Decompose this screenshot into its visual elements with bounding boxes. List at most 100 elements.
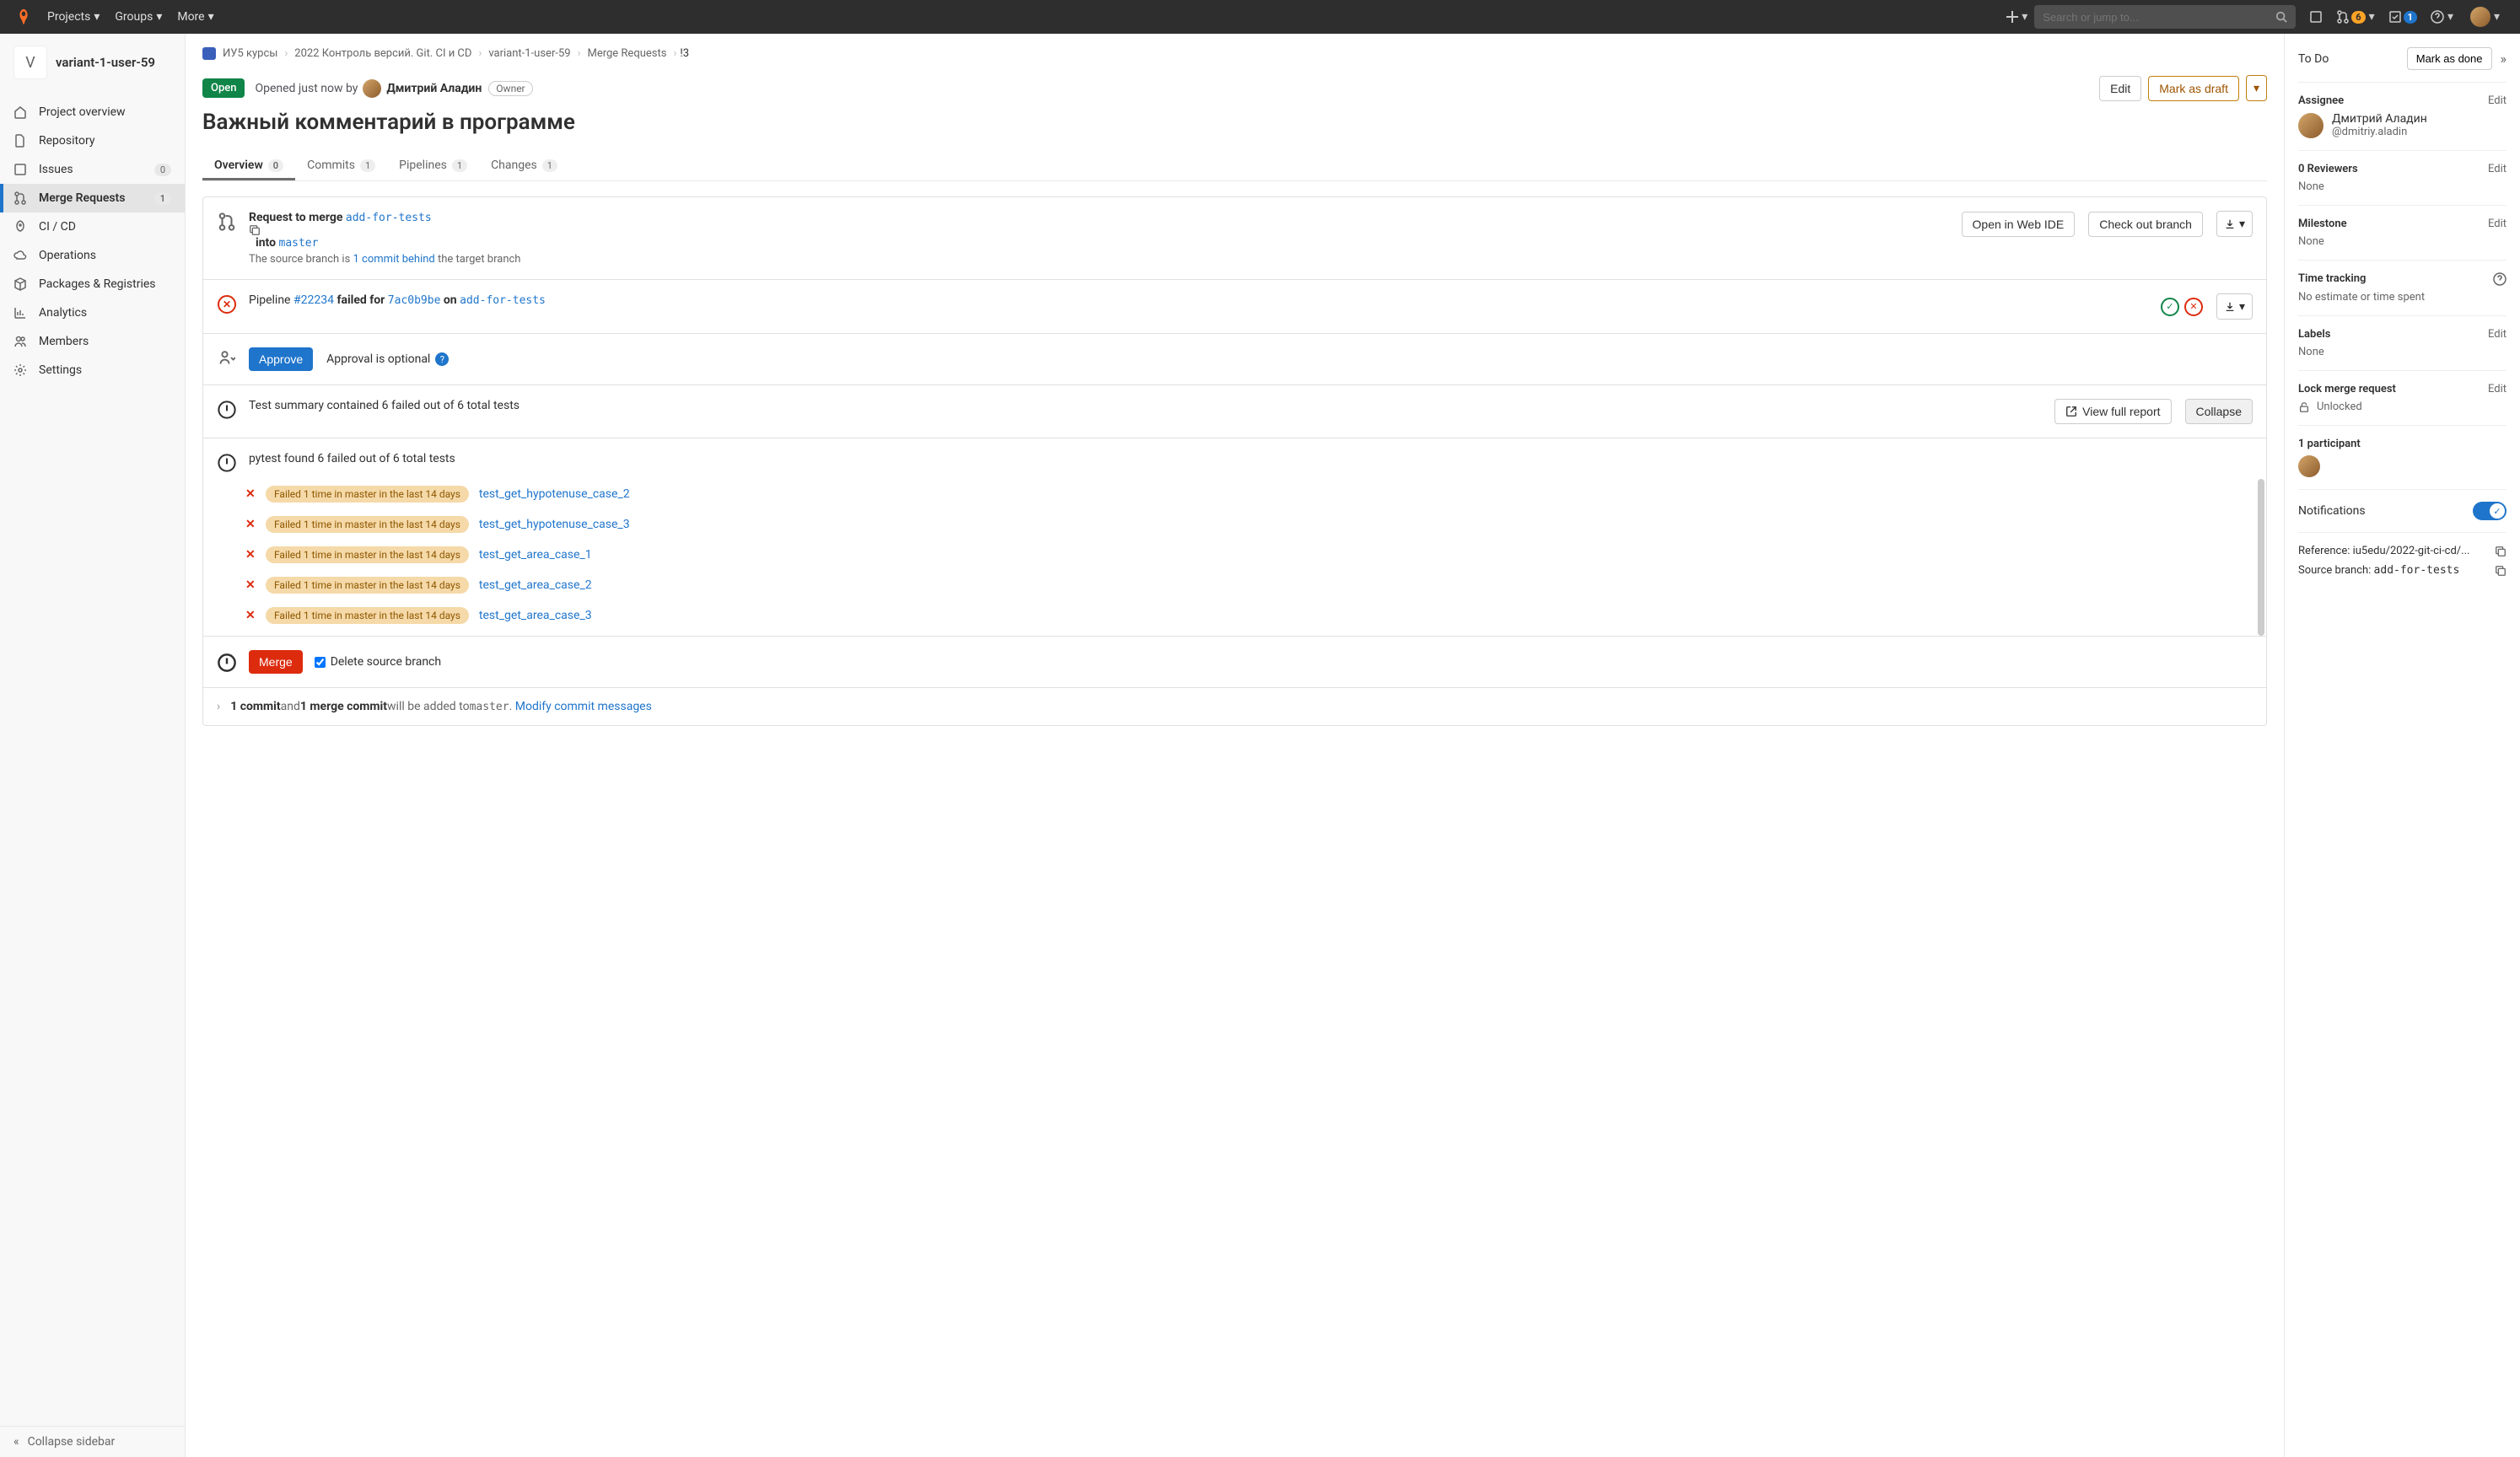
- help-icon[interactable]: ?: [435, 352, 449, 366]
- nav-project-overview[interactable]: Project overview: [0, 98, 185, 126]
- approvals-icon[interactable]: [217, 349, 237, 366]
- issues-icon[interactable]: [2309, 10, 2323, 24]
- nav-merge-requests[interactable]: Merge Requests1: [0, 184, 185, 212]
- open-web-ide-button[interactable]: Open in Web IDE: [1962, 212, 2076, 237]
- project-header[interactable]: V variant-1-user-59: [0, 34, 185, 91]
- time-tracking-help-icon[interactable]: [2493, 272, 2507, 286]
- edit-milestone[interactable]: Edit: [2488, 218, 2507, 230]
- project-avatar: V: [13, 46, 47, 79]
- group-avatar-icon: [202, 47, 216, 60]
- user-menu[interactable]: ▾: [2467, 7, 2500, 27]
- pipeline-id-link[interactable]: #22234: [293, 293, 334, 307]
- nav-analytics[interactable]: Analytics: [0, 298, 185, 327]
- cloud-icon: [13, 249, 29, 262]
- author-avatar[interactable]: [363, 79, 381, 98]
- stage-pass-icon[interactable]: ✓: [2161, 298, 2179, 316]
- project-name: variant-1-user-59: [56, 55, 155, 70]
- nav-cicd[interactable]: CI / CD: [0, 212, 185, 241]
- nav-more[interactable]: More▾: [177, 10, 213, 24]
- mr-title: Важный комментарий в программе: [202, 110, 2267, 135]
- author-name[interactable]: Дмитрий Аладин: [386, 82, 482, 95]
- mark-as-draft-button[interactable]: Mark as draft: [2148, 76, 2239, 101]
- nav-repository[interactable]: Repository: [0, 126, 185, 155]
- merge-widget: Request to merge add-for-tests into mast…: [202, 196, 2267, 726]
- tab-commits[interactable]: Commits1: [295, 150, 387, 180]
- mark-as-draft-dropdown[interactable]: ▾: [2246, 75, 2267, 101]
- view-full-report-button[interactable]: View full report: [2054, 399, 2171, 424]
- checkout-branch-button[interactable]: Check out branch: [2088, 212, 2203, 237]
- test-link[interactable]: test_get_area_case_2: [479, 578, 592, 592]
- test-link[interactable]: test_get_hypotenuse_case_3: [479, 518, 630, 531]
- todos-icon[interactable]: 1: [2388, 10, 2417, 24]
- edit-labels[interactable]: Edit: [2488, 328, 2507, 341]
- notifications-toggle[interactable]: [2473, 502, 2507, 520]
- breadcrumb-section[interactable]: Merge Requests: [587, 47, 666, 60]
- edit-assignee[interactable]: Edit: [2488, 94, 2507, 107]
- pipeline-sha-link[interactable]: 7ac0b9be: [388, 294, 441, 307]
- pipeline-branch-link[interactable]: add-for-tests: [460, 294, 546, 307]
- breadcrumb-group[interactable]: ИУ5 курсы: [223, 47, 277, 60]
- unlock-icon: [2298, 401, 2310, 413]
- commits-behind-link[interactable]: 1 commit behind: [353, 253, 435, 266]
- gitlab-logo[interactable]: [13, 7, 34, 27]
- nav-groups[interactable]: Groups▾: [115, 10, 162, 24]
- fail-icon: ✕: [245, 487, 254, 501]
- tab-overview[interactable]: Overview0: [202, 150, 295, 180]
- file-icon: [13, 134, 29, 148]
- collapse-tests-button[interactable]: Collapse: [2185, 399, 2253, 424]
- mark-as-done-button[interactable]: Mark as done: [2407, 47, 2492, 70]
- search-box[interactable]: [2034, 5, 2296, 29]
- nav-members[interactable]: Members: [0, 327, 185, 356]
- test-link[interactable]: test_get_area_case_1: [479, 548, 592, 562]
- nav-operations[interactable]: Operations: [0, 241, 185, 270]
- copy-branch-icon[interactable]: [249, 224, 1955, 236]
- chevron-right-icon[interactable]: ›: [217, 700, 220, 713]
- package-icon: [13, 277, 29, 291]
- breadcrumb-project[interactable]: variant-1-user-59: [488, 47, 570, 60]
- edit-lock[interactable]: Edit: [2488, 383, 2507, 395]
- rocket-icon: [13, 220, 29, 234]
- breadcrumb-course[interactable]: 2022 Контроль версий. Git. CI и CD: [294, 47, 471, 60]
- chevron-down-icon: ▾: [156, 10, 162, 24]
- stage-fail-icon[interactable]: ✕: [2184, 298, 2203, 316]
- assignee-info[interactable]: Дмитрий Аладин @dmitriy.aladin: [2298, 112, 2507, 138]
- download-button[interactable]: ▾: [2216, 211, 2253, 237]
- search-input[interactable]: [2043, 11, 2275, 24]
- merge-button[interactable]: Merge: [249, 650, 303, 674]
- test-link[interactable]: test_get_area_case_3: [479, 609, 592, 622]
- participant-avatar[interactable]: [2298, 455, 2320, 477]
- fail-icon: ✕: [245, 578, 254, 592]
- artifacts-download-button[interactable]: ▾: [2216, 293, 2253, 320]
- edit-button[interactable]: Edit: [2099, 76, 2141, 101]
- edit-reviewers[interactable]: Edit: [2488, 163, 2507, 175]
- approve-button[interactable]: Approve: [249, 347, 313, 371]
- nav-projects[interactable]: Projects▾: [47, 10, 100, 24]
- pipeline-failed-icon: ✕: [217, 295, 237, 314]
- tab-changes[interactable]: Changes1: [479, 150, 569, 180]
- merge-icon: [217, 212, 237, 231]
- opened-by: Opened just now by Дмитрий Аладин Owner: [255, 79, 532, 98]
- assignee-avatar: [2298, 113, 2323, 138]
- fail-icon: ✕: [245, 548, 254, 562]
- copy-source-branch-icon[interactable]: [2495, 565, 2507, 577]
- source-branch-link[interactable]: add-for-tests: [346, 212, 432, 224]
- help-icon[interactable]: ▾: [2431, 10, 2453, 24]
- target-branch-link[interactable]: master: [279, 237, 319, 250]
- nav-issues[interactable]: Issues0: [0, 155, 185, 184]
- plus-icon[interactable]: ▾: [2006, 10, 2027, 24]
- chevron-down-icon: ▾: [2494, 10, 2500, 24]
- warning-icon: [217, 454, 237, 472]
- collapse-sidebar[interactable]: «Collapse sidebar: [0, 1426, 185, 1457]
- scrollbar[interactable]: [2258, 479, 2264, 636]
- nav-packages[interactable]: Packages & Registries: [0, 270, 185, 298]
- test-link[interactable]: test_get_hypotenuse_case_2: [479, 487, 630, 501]
- tab-pipelines[interactable]: Pipelines1: [387, 150, 479, 180]
- merge-requests-icon[interactable]: 6 ▾: [2336, 10, 2374, 24]
- expand-sidebar-icon[interactable]: »: [2501, 51, 2507, 67]
- modify-commit-messages-link[interactable]: Modify commit messages: [515, 700, 652, 713]
- nav-settings[interactable]: Settings: [0, 356, 185, 384]
- delete-source-branch-checkbox[interactable]: Delete source branch: [315, 655, 441, 669]
- copy-reference-icon[interactable]: [2495, 546, 2507, 557]
- merge-icon: [13, 191, 29, 205]
- status-open-badge: Open: [202, 78, 245, 98]
